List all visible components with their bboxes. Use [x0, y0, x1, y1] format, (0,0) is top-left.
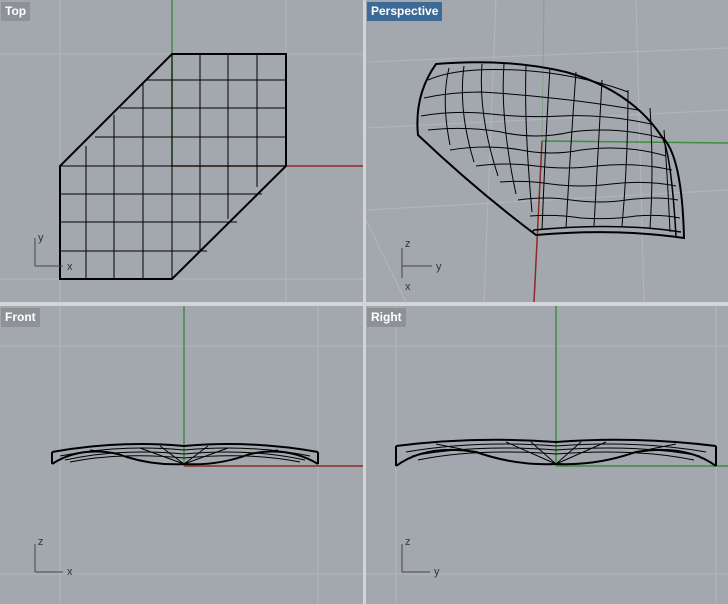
viewport-title[interactable]: Right [367, 308, 406, 327]
viewport-perspective-canvas: z y x [366, 0, 728, 302]
gizmo-axis-b: x [67, 261, 73, 273]
gizmo-axis-a: z [405, 238, 411, 250]
gizmo-axis-a: y [38, 232, 44, 244]
axis-gizmo-right [401, 544, 430, 573]
gizmo-axis-b: y [434, 566, 440, 578]
viewport-right[interactable]: z y Right [366, 306, 728, 604]
viewport-top-canvas: y x [0, 0, 363, 302]
gizmo-axis-a: z [38, 536, 44, 548]
axis-gizmo-front [34, 544, 63, 573]
gizmo-axis-b: x [67, 566, 73, 578]
gizmo-axis-c: x [405, 281, 411, 293]
gizmo-axis-a: z [405, 536, 411, 548]
viewport-front[interactable]: z x Front [0, 306, 363, 604]
gizmo-axis-b: y [436, 261, 442, 273]
x-axis-line [533, 140, 543, 302]
viewport-title[interactable]: Top [1, 2, 31, 21]
axis-gizmo-perspective [401, 248, 432, 278]
y-axis-line [541, 140, 728, 144]
viewport-top[interactable]: y x Top [0, 0, 363, 302]
viewport-title[interactable]: Perspective [367, 2, 443, 21]
surface-outline-perspective [416, 61, 686, 240]
surface-wireframe-front [51, 443, 319, 466]
viewport-title[interactable]: Front [1, 308, 40, 327]
viewport-perspective[interactable]: z y x Perspective [366, 0, 728, 302]
viewport-front-canvas: z x [0, 306, 363, 604]
viewport-right-canvas: z y [366, 306, 728, 604]
